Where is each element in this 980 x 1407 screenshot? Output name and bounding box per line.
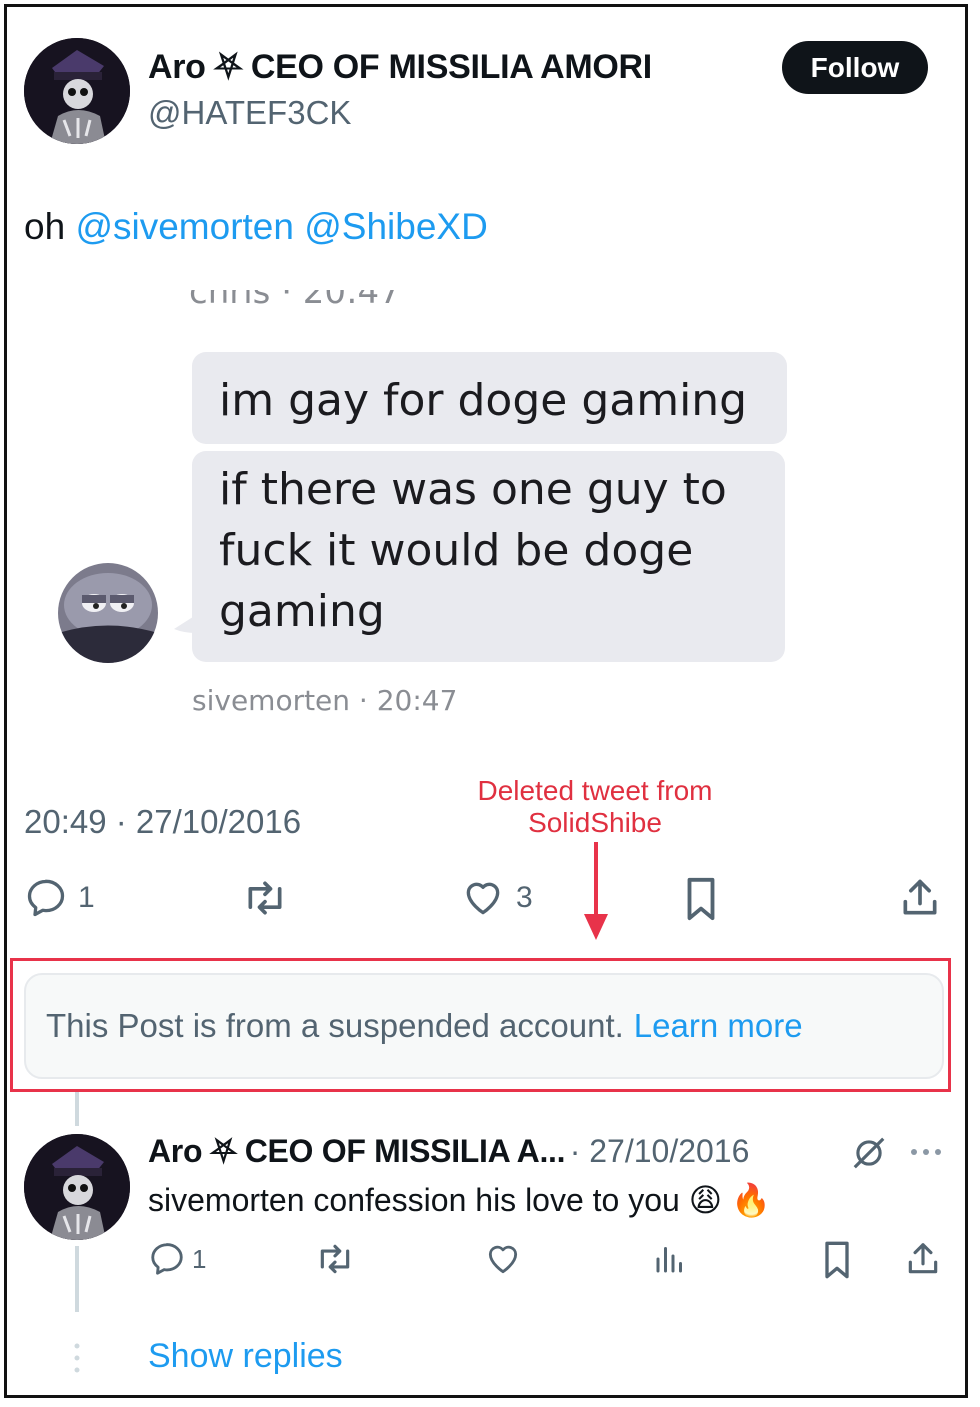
hidden-slash-icon[interactable] [850,1134,888,1172]
reply-views-action[interactable] [652,1240,688,1278]
sender-meta: sivemorten · 20:47 [192,684,458,717]
chat-bubble-2: if there was one guy to fuck it would be… [192,451,785,662]
chat-message-2-line-2: fuck it would be doge [219,525,694,576]
bookmark-action[interactable] [680,876,722,922]
chat-bubble-1: im gay for doge gaming [192,352,787,444]
share-icon [903,879,937,915]
cutoff-label: chris · 20:47 [189,290,401,312]
reply-text: sivemorten confession his love to you 😩 … [148,1182,771,1218]
annotation-line-1: Deleted tweet from [477,775,713,806]
bookmark-icon [687,877,715,921]
reply-author-name[interactable]: Aro ⛧ CEO OF MISSILIA A... [148,1133,566,1169]
skeleton-avatar-image [24,1134,130,1240]
reply-reply-action[interactable]: 1 [148,1240,206,1278]
heart-icon [466,882,500,915]
repost-icon [320,1244,350,1274]
learn-more-link[interactable]: Learn more [634,1007,803,1045]
reply-icon [27,879,65,917]
author-name[interactable]: Aro ⛧ CEO OF MISSILIA AMORI [148,48,652,87]
suspended-notice: This Post is from a suspended account. L… [24,973,944,1079]
reply-like-action[interactable] [484,1240,522,1278]
like-action[interactable]: 3 [460,876,533,920]
suspended-text: This Post is from a suspended account. [46,1007,624,1044]
reply-bookmark-action[interactable] [820,1240,854,1280]
reply-action[interactable]: 1 [24,876,95,920]
chat-message-1: im gay for doge gaming [219,375,748,426]
chat-message-2-line-3: gaming [219,586,385,637]
tweet-text: oh @sivemorten @ShibeXD [24,206,488,248]
reply-header: Aro ⛧ CEO OF MISSILIA A... · 27/10/2016 [148,1133,749,1171]
reply-share-action[interactable] [904,1240,942,1278]
annotation-arrow-icon [584,842,608,940]
bubble-tail-icon [174,615,196,633]
author-avatar[interactable] [24,38,130,144]
repost-icon [248,881,282,915]
mention-shibexd[interactable]: @ShibeXD [304,206,488,247]
sender-avatar-image [58,563,158,663]
annotation-label: Deleted tweet from SolidShibe [445,775,745,839]
tweet-timestamp[interactable]: 20:49 · 27/10/2016 [24,803,301,841]
cutoff-label-clip: chris · 20:47 [189,290,489,312]
bookmark-icon [825,1241,849,1279]
reply-count: 1 [78,881,95,914]
reply-date[interactable]: · 27/10/2016 [570,1133,750,1169]
chat-message-2-line-1: if there was one guy to [219,464,727,515]
reply-author-avatar[interactable] [24,1134,130,1240]
repost-action[interactable] [240,876,290,920]
follow-button[interactable]: Follow [782,41,928,94]
thread-dots-icon [74,1343,80,1373]
thread-line-top [75,1092,79,1126]
author-handle[interactable]: @HATEF3CK [148,94,351,132]
reply-repost-action[interactable] [314,1240,356,1278]
heart-icon [488,1245,518,1274]
reply-reply-count: 1 [192,1243,207,1274]
skeleton-avatar-image [24,38,130,144]
show-replies-link[interactable]: Show replies [148,1337,343,1376]
tweet-text-prefix: oh [24,206,66,247]
reply-icon [151,1243,183,1275]
analytics-icon [656,1247,682,1273]
attached-chat-image[interactable]: chris · 20:47 im gay for doge gaming if … [24,290,954,740]
mention-sivemorten[interactable]: @sivemorten [75,206,294,247]
annotation-line-2: SolidShibe [528,807,662,838]
like-count: 3 [516,881,533,914]
thread-line-bottom [75,1246,79,1312]
share-icon [908,1243,938,1274]
more-icon[interactable] [908,1140,944,1164]
share-action[interactable] [898,876,942,920]
sender-avatar [58,563,158,663]
